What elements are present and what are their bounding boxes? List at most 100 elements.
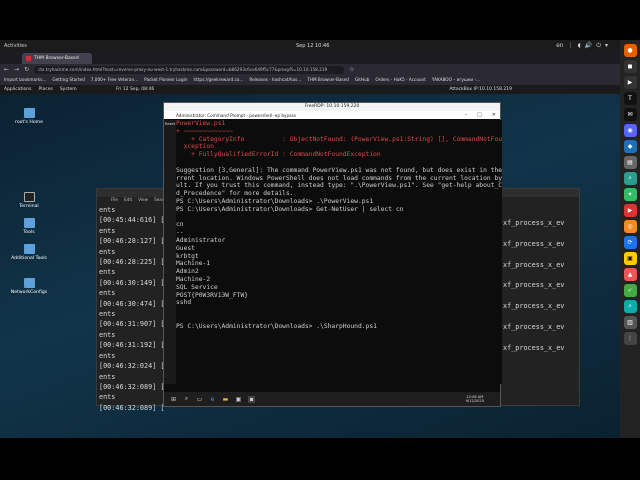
desktop-icon-label: Tools xyxy=(23,230,35,235)
host-top-bar: Activities Sep 12 10:46 en ⋮ ◖ 🔊 ⏻ ▾ xyxy=(0,40,620,51)
ps-output-line: SQL Service xyxy=(176,283,218,291)
desktop-icon-networkconfigs[interactable]: NetworkConfigs xyxy=(8,278,50,295)
host-language[interactable]: en xyxy=(556,42,564,50)
terminal-menu-file[interactable]: File xyxy=(111,197,118,204)
ps-output-line xyxy=(176,159,502,167)
compass-icon[interactable]: ◎ xyxy=(623,220,637,233)
bookmark-6[interactable]: THM Browser-Based xyxy=(307,77,349,82)
url-bar[interactable]: ctx.tryhackme.com/index.html?host=revers… xyxy=(34,65,345,74)
discord-icon[interactable]: ◉ xyxy=(623,124,637,137)
terminal-suffix: xf_process_x_ev xyxy=(503,260,565,269)
vpn2-icon[interactable]: ⚡ xyxy=(623,300,637,313)
folder-icon xyxy=(23,278,35,288)
ps-output-line: d_Precedence" for more details. xyxy=(176,190,294,198)
cmd-icon[interactable]: ▪ xyxy=(248,395,255,403)
terminal-icon xyxy=(23,192,35,202)
activities-button[interactable]: Activities xyxy=(4,43,27,49)
desktop-icon-label: Additional Tools xyxy=(11,256,47,261)
desktop-icon-home[interactable]: root's Home xyxy=(8,108,50,125)
terminal-suffix: xf_process_x_ev xyxy=(503,219,565,227)
host-tray-1: ◖ xyxy=(577,41,581,49)
tool-icon[interactable]: ✦ xyxy=(623,188,637,201)
media-icon[interactable]: ▶ xyxy=(623,204,637,217)
tray-date: 9/12/2025 xyxy=(465,399,484,403)
task-view-icon[interactable]: ▭ xyxy=(196,396,203,403)
ps-output-line: krbtgt xyxy=(176,252,199,260)
bookmarks-bar: Import bookmarks... Getting Started 7,00… xyxy=(0,75,620,84)
vpn-icon[interactable]: ⚡ xyxy=(623,172,637,185)
folder-icon xyxy=(23,244,35,254)
ps-error-line: + ~~~~~~~~~~~~~ xyxy=(176,127,233,135)
bookmark-5[interactable]: Releases · hashcat/has... xyxy=(249,77,301,82)
tab-strip: THM Browser-Based xyxy=(0,51,620,64)
minimize-icon[interactable]: – xyxy=(465,112,468,118)
reset-label[interactable]: Reset xyxy=(165,122,175,126)
tab-thm[interactable]: THM Browser-Based xyxy=(22,53,92,64)
cmd-titlebar: Administrator: Command Prompt - powershe… xyxy=(164,111,500,119)
bookmark-0[interactable]: Import bookmarks... xyxy=(4,77,46,82)
close-icon[interactable]: ✕ xyxy=(492,112,496,118)
bookmark-3[interactable]: Packet Pioneer Login xyxy=(144,77,187,82)
rdp-window[interactable]: FreeRDP: 10.10.159.220 Administrator: Co… xyxy=(163,102,502,407)
terminal-menu-edit[interactable]: Edit xyxy=(124,197,132,204)
ps-output-line xyxy=(176,307,502,315)
vscode-icon[interactable]: ◆ xyxy=(623,140,637,153)
host-tray-0: ⋮ xyxy=(567,41,574,49)
grid-icon[interactable]: ⋮ xyxy=(623,332,637,345)
notes-icon[interactable]: ▣ xyxy=(623,252,637,265)
trash-icon[interactable]: ▥ xyxy=(623,316,637,329)
host-tray-2: 🔊 xyxy=(584,41,593,49)
bookmark-1[interactable]: Getting Started xyxy=(52,77,84,82)
windows-tray-clock[interactable]: 12:46 AM 9/12/2025 xyxy=(466,395,484,404)
bookmark-9[interactable]: YAKABOO – игушки -... xyxy=(432,77,480,82)
vm-menu-places[interactable]: Places xyxy=(39,87,53,92)
url-text: ctx.tryhackme.com/index.html?host=revers… xyxy=(38,67,328,72)
ps-output-line: PS C:\Users\Administrator\Downloads> .\P… xyxy=(176,197,374,205)
chat-icon[interactable]: ✉ xyxy=(623,108,637,121)
bookmark-2[interactable]: 7,000+ Free Veteran... xyxy=(91,77,138,82)
vm-menu-applications[interactable]: Applications xyxy=(4,87,32,92)
star-icon[interactable]: ☆ xyxy=(349,66,354,73)
edge-icon[interactable]: e xyxy=(209,396,216,403)
vm-menu-system[interactable]: System xyxy=(60,87,77,92)
host-clock[interactable]: Sep 12 10:46 xyxy=(296,43,329,49)
explorer-icon[interactable]: ▬ xyxy=(222,396,229,403)
powershell-output[interactable]: PowerView.ps1 + ~~~~~~~~~~~~~ + CategoryI… xyxy=(176,120,502,384)
host-dock: ● ◼ ▶ T ✉ ◉ ◆ ▤ ⚡ ✦ ▶ ◎ ⟳ ▣ ▲ ✓ ⚡ ▥ ⋮ xyxy=(620,40,640,438)
reload-icon[interactable]: ↻ xyxy=(24,66,29,73)
terminal-app-icon[interactable]: ▶ xyxy=(623,76,637,89)
ps-output-line: Admin2 xyxy=(176,268,199,276)
host-indicators[interactable]: en ⋮ ◖ 🔊 ⏻ ▾ xyxy=(556,42,608,50)
maximize-icon[interactable]: □ xyxy=(477,112,482,118)
search-icon[interactable]: ⌕ xyxy=(183,395,190,403)
tt-icon[interactable]: T xyxy=(623,92,637,105)
ps-error-line: + CategoryInfo : ObjectNotFound: (PowerV… xyxy=(176,135,502,143)
ok-icon[interactable]: ✓ xyxy=(623,284,637,297)
terminal-suffix: xf_process_x_ev xyxy=(503,322,565,331)
ps-output-line: Machine-2 xyxy=(176,275,211,283)
back-icon[interactable]: ← xyxy=(4,66,9,73)
desktop-icon-terminal[interactable]: Terminal xyxy=(8,192,50,209)
files-icon[interactable]: ▤ xyxy=(623,156,637,169)
sync-icon[interactable]: ⟳ xyxy=(623,236,637,249)
ps-output-line: Administrator xyxy=(176,236,226,244)
store-icon[interactable]: ▣ xyxy=(235,396,242,403)
bookmark-4[interactable]: https://geekreward.co... xyxy=(193,77,243,82)
firefox-icon[interactable]: ● xyxy=(623,44,637,57)
ps-output-line: ult. If you trust this command, instead … xyxy=(176,182,502,190)
folder-icon xyxy=(23,108,35,118)
bookmark-8[interactable]: Orders - HaK5 - Account xyxy=(375,77,425,82)
ps-error-line: PowerView.ps1 xyxy=(176,120,226,127)
alert-icon[interactable]: ▲ xyxy=(623,268,637,281)
apps-icon[interactable]: ◼ xyxy=(623,60,637,73)
bookmark-7[interactable]: GitHub xyxy=(355,77,370,82)
terminal-suffix: xf_process_x_ev xyxy=(503,239,565,248)
desktop-icon-additional-tools[interactable]: Additional Tools xyxy=(8,244,50,261)
start-icon[interactable]: ⊞ xyxy=(170,396,177,403)
forward-icon[interactable]: → xyxy=(14,66,19,73)
terminal-suffix: xf_process_x_ev xyxy=(503,281,565,290)
terminal-menu-view[interactable]: View xyxy=(138,197,148,204)
desktop-icon-tools[interactable]: Tools xyxy=(8,218,50,235)
ps-error-line: + FullyQualifiedErrorId : CommandNotFoun… xyxy=(176,151,381,159)
terminal-right-column: xf_process_x_ev xf_process_x_ev xf_process… xyxy=(503,213,564,359)
